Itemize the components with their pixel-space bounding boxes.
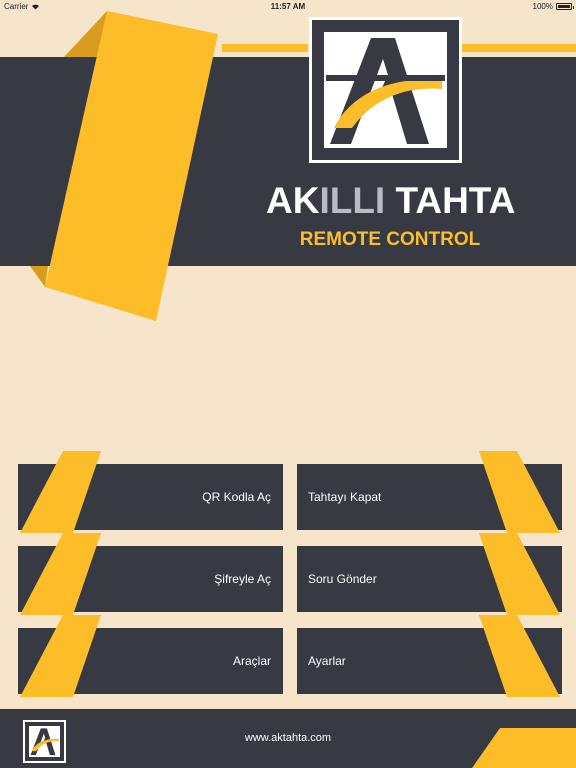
- settings-button[interactable]: Ayarlar: [297, 615, 562, 697]
- footer: www.aktahta.com: [0, 709, 576, 768]
- button-label: Ayarlar: [308, 654, 346, 668]
- footer-ribbon-decoration: [472, 728, 576, 768]
- button-label: Şifreyle Aç: [214, 572, 271, 586]
- button-ribbon-decoration: [20, 451, 101, 533]
- app-title-part3: TAHTA: [385, 180, 516, 221]
- button-label: Tahtayı Kapat: [308, 490, 382, 504]
- button-ribbon-decoration: [479, 451, 560, 533]
- akilli-tahta-logo-icon: [326, 38, 445, 144]
- app-title-part1: AK: [266, 180, 320, 221]
- button-ribbon-decoration: [479, 533, 560, 615]
- button-ribbon-decoration: [20, 615, 101, 697]
- tools-button[interactable]: Araçlar: [18, 615, 283, 697]
- send-question-button[interactable]: Soru Gönder: [297, 533, 562, 615]
- app-subtitle: REMOTE CONTROL: [299, 229, 481, 250]
- app-title: AKILLI TAHTA: [266, 180, 515, 222]
- button-ribbon-decoration: [20, 533, 101, 615]
- button-label: Soru Gönder: [308, 572, 377, 586]
- qr-code-open-button[interactable]: QR Kodla Aç: [18, 451, 283, 533]
- header-ribbon-decoration: [30, 11, 218, 321]
- button-ribbon-decoration: [479, 615, 560, 697]
- app-title-part2: ILLI: [319, 180, 386, 221]
- button-label: QR Kodla Aç: [202, 490, 271, 504]
- turn-off-board-button[interactable]: Tahtayı Kapat: [297, 451, 562, 533]
- app-logo: [309, 17, 462, 163]
- password-open-button[interactable]: Şifreyle Aç: [18, 533, 283, 615]
- button-label: Araçlar: [232, 654, 271, 668]
